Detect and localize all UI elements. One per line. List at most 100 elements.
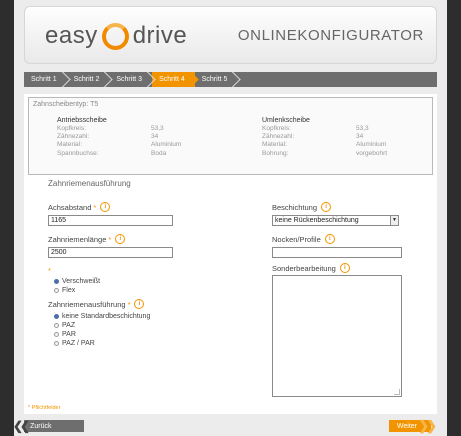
special-machining-textarea[interactable] [272, 275, 402, 397]
drive-pulley-summary: Antriebsscheibe Kopfkreis: 53,3 Zähnezahl… [57, 117, 181, 158]
achsabstand-label: Achsabstand * i [48, 202, 111, 212]
belt-version-label-text: Zahnriemenausführung [48, 299, 126, 309]
info-icon[interactable]: i [134, 299, 145, 309]
chevron-down-icon[interactable]: ▼ [390, 216, 398, 225]
idler-pulley-summary: Umlenkscheibe Kopfkreis: 53,3 Zähnezahl: 3… [262, 117, 387, 158]
section-title: Zahnriemenausführung [48, 179, 131, 188]
chevron-right-icon: ❯❯ [418, 418, 437, 433]
summary-key: Bohrung: [262, 149, 289, 157]
belt-length-label-text: Zahnriemenlänge [48, 234, 107, 244]
cams-profiles-label: Nocken/Profile i [272, 234, 335, 244]
radio-label: PAR [62, 331, 76, 338]
summary-row: Kopfkreis: 53,3 [57, 125, 181, 133]
pulley-type-label: Zahnscheibentyp: T5 [33, 101, 99, 108]
achsabstand-input[interactable]: 1165 [48, 215, 173, 226]
idler-pulley-heading: Umlenkscheibe [262, 117, 310, 124]
special-machining-label-text: Sonderbearbeitung [272, 263, 336, 273]
next-button[interactable]: Weiter ❯❯ [389, 418, 437, 433]
step-5[interactable]: Schritt 5 [195, 72, 238, 87]
step-label: Schritt 3 [116, 76, 143, 83]
summary-key: Material: [262, 141, 287, 149]
radio-label: Flex [62, 287, 76, 294]
step-2[interactable]: Schritt 2 [67, 72, 110, 87]
summary-value: vorgebohrt [356, 149, 388, 157]
logo: easy drive [45, 21, 187, 51]
radio-label: keine Standardbeschichtung [62, 313, 151, 320]
summary-value: 53,3 [356, 125, 369, 132]
chevron-right-icon [104, 72, 114, 87]
chevron-right-icon [190, 72, 200, 87]
summary-row: Material: Aluminium [57, 141, 181, 149]
summary-value: Boda [151, 149, 167, 157]
chevron-left-icon: ❮❮ [13, 419, 30, 433]
summary-key: Spannbuchse: [57, 149, 99, 157]
logo-text-drive: drive [132, 22, 188, 49]
step-label: Schritt 1 [31, 76, 57, 83]
logo-text-easy: easy [45, 22, 98, 49]
radio-paz[interactable]: PAZ [54, 322, 75, 329]
radio-label: Verschweißt [62, 278, 101, 285]
achsabstand-label-text: Achsabstand [48, 202, 92, 212]
back-button-label: Zurück [30, 422, 52, 430]
back-button[interactable]: ❮❮ Zurück [13, 419, 84, 433]
required-mark: * [93, 202, 97, 212]
summary-row: Zähnezahl: 34 [57, 133, 181, 141]
radio-button-selected[interactable] [54, 314, 59, 319]
radio-keine-standardbeschichtung[interactable]: keine Standardbeschichtung [54, 313, 150, 320]
pulley-summary: Zahnscheibentyp: T5 Antriebsscheibe Kopf… [28, 97, 433, 175]
radio-button[interactable] [54, 341, 59, 346]
coating-label: Beschichtung i [272, 202, 332, 212]
info-icon[interactable]: i [321, 202, 332, 212]
required-fields-note: * Pflichtfelder [28, 405, 61, 411]
summary-value: Aluminium [356, 141, 387, 149]
summary-row: Zähnezahl: 34 [262, 133, 387, 141]
header: easy drive ONLINEKONFIGURATOR [24, 6, 437, 64]
step-1[interactable]: Schritt 1 [24, 72, 67, 87]
radio-label: PAZ [62, 322, 76, 329]
radio-verschweisst[interactable]: Verschweißt [54, 278, 100, 285]
radio-button[interactable] [54, 288, 59, 293]
required-mark: * [108, 234, 112, 244]
summary-row: Material: Aluminium [262, 141, 387, 149]
chevron-right-icon [147, 72, 157, 87]
radio-par[interactable]: PAR [54, 331, 76, 338]
info-icon[interactable]: i [115, 234, 126, 244]
summary-key: Kopfkreis: [57, 125, 86, 132]
step-label: Schritt 2 [73, 76, 100, 83]
radio-button[interactable] [54, 323, 59, 328]
logo-ring-icon [101, 22, 129, 50]
coating-select-value: keine Rückenbeschichtung [275, 217, 359, 224]
step-4[interactable]: Schritt 4 [152, 72, 195, 87]
belt-length-label: Zahnriemenlänge * i [48, 234, 126, 244]
radio-button[interactable] [54, 332, 59, 337]
required-mark: * [127, 299, 131, 309]
summary-value: Aluminium [151, 141, 182, 149]
radio-label: PAZ / PAR [62, 340, 95, 347]
main-content: Zahnscheibentyp: T5 Antriebsscheibe Kopf… [24, 94, 437, 414]
summary-key: Zähnezahl: [262, 133, 295, 141]
radio-flex[interactable]: Flex [54, 287, 75, 294]
cams-profiles-input[interactable] [272, 247, 402, 258]
belt-version-label: Zahnriemenausführung * i [48, 299, 145, 309]
summary-row: Bohrung: vorgebohrt [262, 150, 387, 158]
cams-profiles-label-text: Nocken/Profile [272, 234, 321, 244]
summary-value: 34 [151, 133, 159, 141]
coating-select[interactable]: keine Rückenbeschichtung ▼ [272, 215, 399, 226]
page-title: ONLINEKONFIGURATOR [237, 27, 424, 44]
info-icon[interactable]: i [339, 263, 350, 273]
summary-row: Kopfkreis: 53,3 [262, 125, 387, 133]
drive-pulley-heading: Antriebsscheibe [57, 117, 107, 124]
chevron-right-icon [62, 72, 72, 87]
summary-value: 53,3 [151, 125, 164, 132]
radio-paz-par[interactable]: PAZ / PAR [54, 340, 95, 347]
summary-row: Spannbuchse: Boda [57, 150, 181, 158]
summary-value: 34 [356, 133, 364, 141]
info-icon[interactable]: i [100, 202, 111, 212]
belt-type-label: * [48, 266, 51, 275]
info-icon[interactable]: i [324, 234, 335, 244]
belt-length-input[interactable]: 2500 [48, 247, 173, 258]
step-3[interactable]: Schritt 3 [109, 72, 152, 87]
radio-button-selected[interactable] [54, 279, 59, 284]
summary-key: Material: [57, 141, 82, 149]
coating-label-text: Beschichtung [272, 202, 318, 212]
